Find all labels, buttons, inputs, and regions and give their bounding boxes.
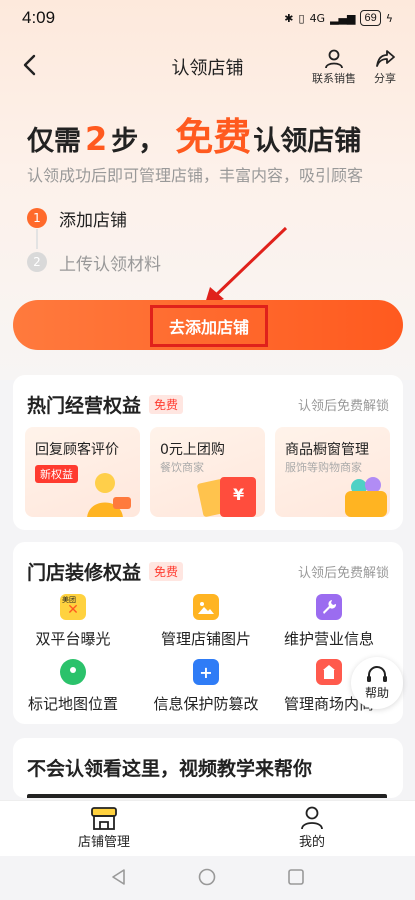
- step-1-number: 1: [27, 208, 47, 228]
- grid-item-business-info[interactable]: 维护营业信息: [269, 594, 389, 649]
- hot-benefits-card: 热门经营权益 免费 认领后免费解锁 回复顾客评价 新权益 0元上团购 餐饮商家 …: [13, 375, 403, 530]
- hot-benefits-free-tag: 免费: [149, 395, 184, 414]
- mall-icon: [316, 659, 342, 685]
- help-label: 帮助: [364, 685, 389, 700]
- video-preview[interactable]: [27, 794, 387, 798]
- grid-item-store-images[interactable]: 管理店铺图片: [146, 594, 266, 649]
- person-review-icon: [87, 473, 131, 517]
- map-pin-icon: [60, 659, 86, 685]
- help-button[interactable]: 帮助: [351, 657, 403, 709]
- benefit-zero-group-buy[interactable]: 0元上团购 餐饮商家 ¥: [150, 427, 265, 517]
- benefit-reply-reviews-title: 回复顾客评价: [35, 442, 119, 458]
- dual-platform-icon: 美团 ✕: [60, 594, 86, 620]
- decor-benefits-card: 门店装修权益 免费 认领后免费解锁 美团 ✕ 双平台曝光 管理店铺图片 维护营业…: [13, 542, 403, 724]
- hot-benefits-hint: 认领后免费解锁: [297, 399, 389, 414]
- grid-label-map-location: 标记地图位置: [27, 695, 118, 713]
- person-icon: [325, 49, 343, 69]
- decor-benefits-free-tag: 免费: [149, 562, 184, 581]
- decor-benefits-hint: 认领后免费解锁: [297, 566, 389, 581]
- wrench-icon: [316, 594, 342, 620]
- bottom-tabbar: 店铺管理 我的: [0, 800, 415, 856]
- headline-prefix: 仅需: [27, 126, 81, 157]
- benefit-group-buy-title: 0元上团购: [160, 442, 225, 458]
- coupon-currency: ¥: [233, 485, 245, 504]
- benefit-product-showcase[interactable]: 商品橱窗管理 服饰等购物商家: [275, 427, 390, 517]
- tab-store-label: 店铺管理: [77, 835, 130, 850]
- headline-steps-word: 步，: [111, 126, 166, 157]
- grid-label-dual-platform: 双平台曝光: [35, 630, 111, 648]
- battery-indicator: 69: [360, 10, 381, 26]
- annotation-arrow: [204, 226, 288, 307]
- new-benefit-badge: 新权益: [35, 465, 78, 483]
- system-nav-bar: [0, 856, 415, 900]
- image-icon: [193, 594, 219, 620]
- grid-label-business-info: 维护营业信息: [283, 630, 374, 648]
- step-2: 2 上传认领材料: [27, 249, 161, 275]
- share-button[interactable]: 分享: [374, 48, 396, 86]
- headline-steps-count: 2: [85, 120, 108, 158]
- decor-benefits-title: 门店装修权益: [27, 562, 142, 584]
- hero-subtitle: 认领成功后即可管理店铺，丰富内容，吸引顾客: [27, 166, 364, 185]
- hot-benefits-header: 热门经营权益 免费: [27, 391, 184, 418]
- shopping-basket-icon: [345, 477, 387, 517]
- step-connector: [36, 229, 38, 249]
- grid-label-store-images: 管理店铺图片: [160, 630, 251, 648]
- coupon-icon: [197, 477, 256, 517]
- share-label: 分享: [374, 72, 396, 85]
- step-2-label: 上传认领材料: [59, 254, 161, 275]
- step-1-label: 添加店铺: [59, 210, 127, 231]
- video-tutorial-title: 不会认领看这里，视频教学来帮你: [27, 758, 313, 780]
- headset-icon: [367, 665, 387, 682]
- top-nav: 认领店铺 联系销售 分享: [0, 40, 415, 92]
- signal-icon: ▂▄▆: [330, 11, 356, 25]
- system-recents-icon[interactable]: [287, 868, 305, 886]
- grid-item-map-location[interactable]: 标记地图位置: [13, 659, 133, 714]
- grid-label-info-protection: 信息保护防篡改: [153, 695, 259, 713]
- hot-benefits-title: 热门经营权益: [27, 395, 142, 417]
- status-icons: ✱ ▯ 4G ▂▄▆ 69 ϟ: [284, 10, 393, 26]
- network-label: 4G: [309, 11, 326, 25]
- headline-suffix: 认领店铺: [253, 126, 362, 157]
- hero-headline: 仅需 2 步， 免费 认领店铺: [27, 106, 361, 161]
- benefit-reply-reviews[interactable]: 回复顾客评价 新权益: [25, 427, 140, 517]
- person-icon: [301, 806, 323, 830]
- tab-store-management[interactable]: 店铺管理: [44, 805, 164, 850]
- status-time: 4:09: [22, 8, 56, 27]
- video-tutorial-card[interactable]: 不会认领看这里，视频教学来帮你: [13, 738, 403, 798]
- contact-sales-button[interactable]: 联系销售: [312, 48, 356, 86]
- share-icon: [376, 50, 395, 67]
- benefit-showcase-title: 商品橱窗管理: [285, 442, 369, 458]
- add-store-button-label[interactable]: 去添加店铺: [150, 305, 268, 347]
- charging-icon: ϟ: [385, 11, 393, 25]
- headline-free: 免费: [175, 115, 252, 159]
- tab-mine-label: 我的: [298, 835, 325, 850]
- decor-benefits-header: 门店装修权益 免费: [27, 558, 184, 585]
- contact-sales-label: 联系销售: [312, 72, 356, 85]
- step-2-number: 2: [27, 252, 47, 272]
- tab-mine[interactable]: 我的: [252, 805, 372, 850]
- grid-item-dual-platform[interactable]: 美团 ✕ 双平台曝光: [13, 594, 133, 649]
- shield-plus-icon: +: [193, 659, 219, 685]
- bluetooth-icon: ✱: [284, 11, 294, 25]
- step-list: 1 添加店铺 2 上传认领材料: [27, 205, 161, 293]
- system-back-icon[interactable]: [110, 868, 128, 886]
- storefront-icon: [91, 807, 117, 830]
- system-home-icon[interactable]: [198, 868, 216, 886]
- grid-item-info-protection[interactable]: + 信息保护防篡改: [146, 659, 266, 714]
- meituan-badge: 美团: [62, 596, 76, 604]
- status-bar: 4:09 ✱ ▯ 4G ▂▄▆ 69 ϟ: [0, 0, 415, 36]
- step-1: 1 添加店铺: [27, 205, 161, 231]
- vibrate-icon: ▯: [298, 11, 305, 25]
